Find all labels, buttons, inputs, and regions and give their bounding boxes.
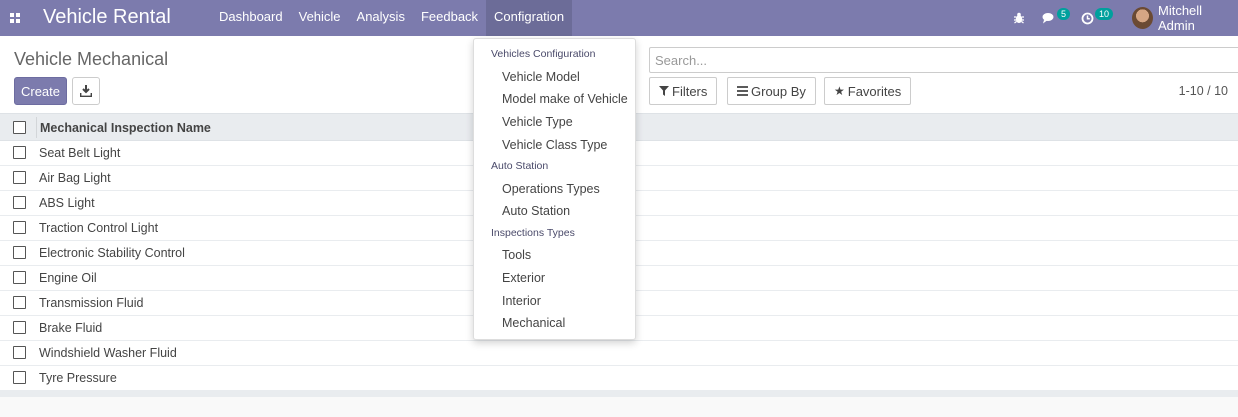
dropdown-header-vehicles-configuration: Vehicles Configuration <box>491 48 596 60</box>
row-checkbox[interactable] <box>13 221 26 234</box>
filters-label: Filters <box>672 83 708 99</box>
app-brand[interactable]: Vehicle Rental <box>43 5 171 29</box>
filter-icon <box>659 86 669 96</box>
row-name: Windshield Washer Fluid <box>39 346 177 360</box>
breadcrumb: Vehicle Mechanical <box>14 49 169 69</box>
dropdown-item-interior[interactable]: Interior <box>502 294 541 308</box>
row-name: Tyre Pressure <box>39 371 117 385</box>
dropdown-item-vehicle-type[interactable]: Vehicle Type <box>502 115 573 129</box>
table-row[interactable]: Tyre Pressure <box>0 366 1238 391</box>
pager[interactable]: 1-10 / 10 <box>1179 84 1228 98</box>
row-checkbox[interactable] <box>13 196 26 209</box>
row-name: Brake Fluid <box>39 321 103 335</box>
dropdown-item-mechanical[interactable]: Mechanical <box>502 316 565 330</box>
column-header-name[interactable]: Mechanical Inspection Name <box>40 121 211 135</box>
dropdown-header-auto-station: Auto Station <box>491 160 549 172</box>
row-name: Engine Oil <box>39 271 97 285</box>
messages-count-badge: 5 <box>1057 8 1071 20</box>
list-footer <box>0 391 1238 397</box>
search-box[interactable] <box>649 47 1238 73</box>
row-checkbox[interactable] <box>13 171 26 184</box>
messages-icon[interactable]: 5 <box>1042 0 1071 36</box>
row-name: Transmission Fluid <box>39 296 144 310</box>
main-menu: Dashboard Vehicle Analysis Feedback Conf… <box>211 0 573 36</box>
menu-dashboard[interactable]: Dashboard <box>211 0 291 36</box>
select-all-checkbox[interactable] <box>13 121 26 134</box>
row-checkbox[interactable] <box>13 146 26 159</box>
dropdown-header-inspections-types: Inspections Types <box>491 227 575 239</box>
dropdown-item-vehicle-class-type[interactable]: Vehicle Class Type <box>502 138 607 152</box>
top-navbar: Vehicle Rental Dashboard Vehicle Analysi… <box>0 0 1238 36</box>
dropdown-item-operations-types[interactable]: Operations Types <box>502 182 600 196</box>
dropdown-item-auto-station[interactable]: Auto Station <box>502 204 570 218</box>
favorites-label: Favorites <box>847 83 902 99</box>
create-button[interactable]: Create <box>14 77 67 105</box>
user-name: Mitchell Admin <box>1158 3 1203 33</box>
activities-clock-icon[interactable]: 10 <box>1081 0 1114 36</box>
row-checkbox[interactable] <box>13 346 26 359</box>
activities-count-badge: 10 <box>1095 8 1114 20</box>
menu-feedback[interactable]: Feedback <box>413 0 486 36</box>
row-checkbox[interactable] <box>13 371 26 384</box>
debug-bug-icon[interactable] <box>1013 0 1025 36</box>
dropdown-item-exterior[interactable]: Exterior <box>502 271 545 285</box>
row-name: Electronic Stability Control <box>39 246 185 260</box>
row-name: Air Bag Light <box>39 171 111 185</box>
row-checkbox[interactable] <box>13 321 26 334</box>
download-button[interactable] <box>72 77 100 105</box>
list-bars-icon <box>737 86 748 96</box>
table-row[interactable]: Windshield Washer Fluid <box>0 341 1238 366</box>
groupby-label: Group By <box>751 83 806 99</box>
menu-vehicle[interactable]: Vehicle <box>291 0 349 36</box>
row-name: Traction Control Light <box>39 221 159 235</box>
row-name: Seat Belt Light <box>39 146 121 160</box>
row-checkbox[interactable] <box>13 246 26 259</box>
row-checkbox[interactable] <box>13 296 26 309</box>
dropdown-item-model-make[interactable]: Model make of Vehicle <box>502 92 628 106</box>
apps-menu-icon[interactable] <box>0 0 30 36</box>
menu-configration[interactable]: Configration <box>486 0 573 36</box>
favorites-button[interactable]: ★ Favorites <box>824 77 912 105</box>
search-input[interactable] <box>650 48 1238 72</box>
menu-analysis[interactable]: Analysis <box>349 0 413 36</box>
groupby-button[interactable]: Group By <box>727 77 816 105</box>
star-icon: ★ <box>834 84 845 98</box>
user-menu[interactable]: Mitchell Admin <box>1132 0 1238 36</box>
row-name: ABS Light <box>39 196 95 210</box>
download-icon <box>80 85 92 97</box>
row-checkbox[interactable] <box>13 271 26 284</box>
configration-dropdown: Vehicles Configuration Vehicle Model Mod… <box>473 38 636 340</box>
filters-button[interactable]: Filters <box>649 77 718 105</box>
column-divider <box>36 117 37 138</box>
dropdown-item-vehicle-model[interactable]: Vehicle Model <box>502 70 580 84</box>
avatar <box>1132 7 1153 29</box>
dropdown-item-tools[interactable]: Tools <box>502 248 531 262</box>
